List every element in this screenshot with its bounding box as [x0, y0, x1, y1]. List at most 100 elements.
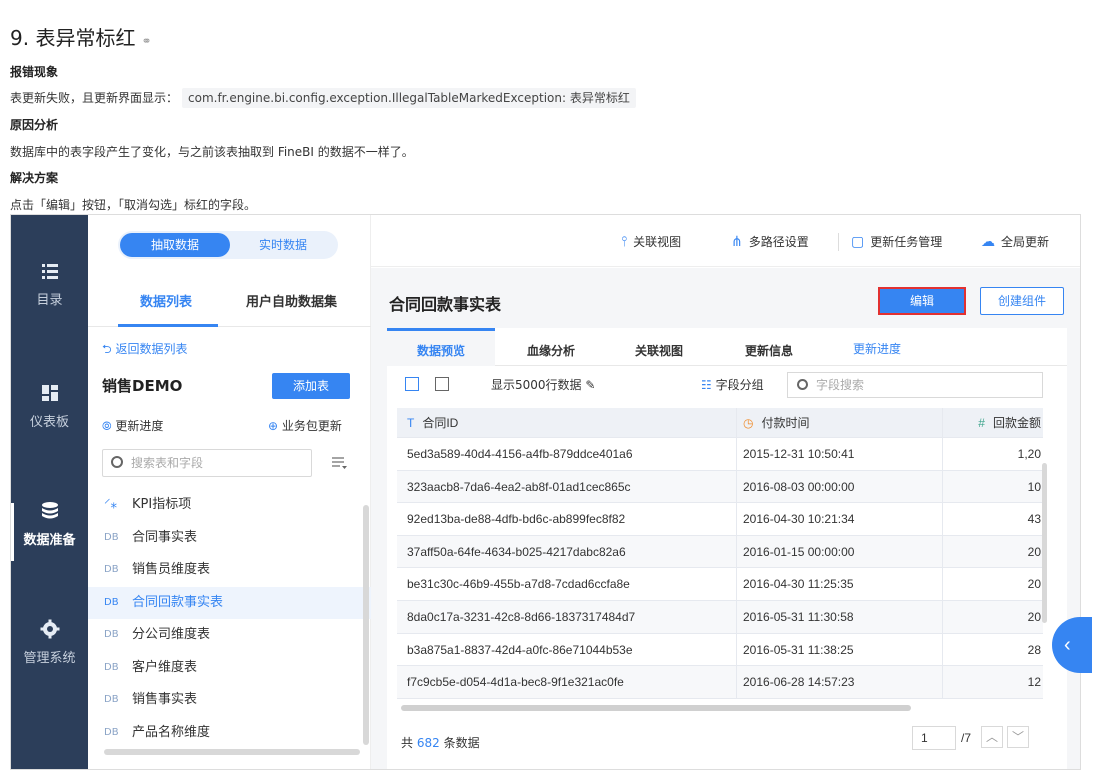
nav-item-dashboard[interactable]: 仪表板 — [11, 383, 88, 430]
page-total: /7 — [961, 731, 972, 745]
relation-view-button[interactable]: ⫯ 关联视图 — [621, 233, 681, 250]
database-icon — [41, 502, 58, 519]
field-search-input[interactable]: 字段搜索 — [787, 372, 1043, 398]
table-row: 8da0c17a-3231-42c8-8d66-1837317484d7 2016… — [397, 600, 1043, 634]
nav-label-catalog: 目录 — [36, 293, 63, 308]
detail-view-icon[interactable] — [435, 377, 449, 391]
app-window: 目录 仪表板 数据准备 管理系统 抽取数据 实时数据 数据列表 用户自助数据集 … — [10, 214, 1081, 770]
grid-header: T 合同ID ◷ 付款时间 # 回款金额 — [397, 408, 1043, 438]
data-mode-switch[interactable]: 抽取数据 实时数据 — [118, 231, 338, 259]
tab-self-service-dataset[interactable]: 用户自助数据集 — [246, 291, 337, 310]
table-row: be31c30c-46b9-455b-a7d8-7cdad6ccfa8e 2016… — [397, 568, 1043, 601]
toolbar-divider — [838, 233, 839, 251]
table-item[interactable]: DB 分公司维度表 — [88, 619, 371, 652]
progress-icon: ⦾ — [102, 419, 116, 433]
chevron-up-icon: ︿ — [985, 730, 998, 744]
table-item[interactable]: DB 客户维度表 — [88, 652, 371, 685]
package-name: 销售DEMO — [102, 377, 183, 395]
filter-icon[interactable] — [330, 455, 348, 471]
heading-text: 9. 表异常标红 — [10, 26, 136, 50]
update-task-button[interactable]: ▢ 更新任务管理 — [851, 233, 942, 250]
text-field-icon: T — [407, 416, 415, 430]
db-icon: DB — [104, 564, 119, 575]
nav-item-catalog[interactable]: 目录 — [11, 261, 88, 308]
table-search-input[interactable]: 搜索表和字段 — [102, 449, 312, 477]
db-icon: DB — [104, 694, 119, 705]
next-page-button[interactable]: ﹀ — [1007, 726, 1029, 748]
create-component-button[interactable]: 创建组件 — [980, 287, 1064, 315]
tab-lineage[interactable]: 血缘分析 — [527, 342, 575, 359]
back-arrow-icon: ⮌ — [102, 342, 116, 356]
edit-button[interactable]: 编辑 — [878, 287, 966, 315]
back-link[interactable]: ⮌ 返回数据列表 — [102, 340, 187, 361]
relation-icon: ⫯ — [621, 234, 628, 250]
field-group-button[interactable]: ☷ 字段分组 — [701, 376, 764, 393]
db-icon: DB — [104, 531, 119, 543]
nav-item-data-prep[interactable]: 数据准备 — [11, 501, 88, 548]
tab-update-progress[interactable]: 更新进度 — [853, 340, 901, 357]
number-field-icon: # — [978, 416, 985, 430]
table-row: f7c9cb5e-d054-4d1a-bec8-9f1e321ac0fe 2016… — [397, 666, 1043, 699]
db-icon: DB — [104, 661, 119, 673]
detail-tabs: 数据预览 血缘分析 关联视图 更新信息 更新进度 — [387, 328, 1067, 366]
section-title-cause: 原因分析 — [10, 118, 59, 132]
tab-data-list[interactable]: 数据列表 — [140, 291, 192, 310]
section-text-solution: 点击「编辑」按钮，「取消勾选」标红的字段。 — [10, 198, 257, 212]
show-rows-toggle[interactable]: 显示5000行数据 ✎ — [491, 376, 595, 393]
table-row: 323aacb8-7da6-4ea2-ab8f-01ad1cec865c 2016… — [397, 470, 1043, 504]
link-icon[interactable]: ⚭ — [141, 34, 151, 48]
page-input[interactable]: 1 — [912, 726, 956, 750]
table-item-kpi[interactable]: ⸍⁎ KPI指标项 — [88, 489, 371, 522]
hierarchy-icon: ⋔ — [731, 234, 743, 250]
db-icon: DB — [104, 629, 119, 640]
chevron-down-icon: ﹀ — [1011, 730, 1024, 744]
table-item[interactable]: DB 合同事实表 — [88, 522, 371, 555]
table-list-hscrollbar[interactable] — [104, 749, 360, 755]
grid-vscrollbar[interactable] — [1042, 463, 1047, 623]
edit-pencil-icon: ✎ — [581, 378, 596, 392]
column-header-pay-time[interactable]: ◷ 付款时间 — [737, 408, 943, 437]
table-title: 合同回款事实表 — [389, 295, 502, 314]
tab-update-info[interactable]: 更新信息 — [745, 342, 793, 359]
search-icon — [797, 379, 808, 390]
grid-view-icon[interactable] — [405, 377, 419, 391]
cloud-icon: ☁ — [981, 234, 995, 250]
multipath-button[interactable]: ⋔ 多路径设置 — [731, 233, 809, 250]
nav-item-admin[interactable]: 管理系统 — [11, 619, 88, 666]
table-item[interactable]: DB 销售事实表 — [88, 684, 371, 717]
upload-icon: ⊕ — [268, 419, 282, 433]
left-tabs: 数据列表 用户自助数据集 — [88, 287, 371, 327]
mode-realtime[interactable]: 实时数据 — [230, 233, 336, 257]
table-item[interactable]: DB 销售员维度表 — [88, 554, 371, 587]
update-progress-link[interactable]: ⦾ 更新进度 — [102, 417, 163, 434]
column-header-amount[interactable]: # 回款金额 — [943, 408, 1043, 437]
row-count: 共 682 条数据 — [401, 736, 480, 750]
data-list-panel: 抽取数据 实时数据 数据列表 用户自助数据集 ⮌ 返回数据列表 销售DEMO 添… — [88, 215, 371, 769]
column-header-contract-id[interactable]: T 合同ID — [397, 408, 737, 437]
package-update-link[interactable]: ⊕ 业务包更新 — [268, 417, 342, 434]
chevron-left-icon: ‹ — [1064, 634, 1071, 656]
group-icon: ☷ — [701, 378, 716, 392]
prev-page-button[interactable]: ︿ — [981, 726, 1003, 748]
table-item[interactable]: DB 产品名称维度 — [88, 717, 371, 750]
table-detail: 合同回款事实表 编辑 创建组件 数据预览 血缘分析 关联视图 更新信息 更新进度… — [371, 268, 1080, 769]
tab-relation-view[interactable]: 关联视图 — [635, 342, 683, 359]
task-icon: ▢ — [851, 234, 865, 250]
section-text-cause: 数据库中的表字段产生了变化，与之前该表抽取到 FineBI 的数据不一样了。 — [10, 145, 414, 159]
table-item-selected[interactable]: DB 合同回款事实表 — [88, 586, 371, 619]
global-update-button[interactable]: ☁ 全局更新 — [981, 233, 1049, 250]
tab-data-preview[interactable]: 数据预览 — [417, 342, 465, 359]
kpi-icon: ⸍⁎ — [104, 497, 117, 512]
table-list-scrollbar[interactable] — [363, 505, 369, 745]
clock-icon: ◷ — [743, 416, 754, 430]
top-toolbar: ⫯ 关联视图 ⋔ 多路径设置 ▢ 更新任务管理 ☁ 全局更新 — [371, 215, 1080, 267]
dashboard-icon — [41, 385, 58, 401]
table-row: 92ed13ba-de88-4dfb-bd6c-ab899fec8f82 2016… — [397, 503, 1043, 536]
table-list: ⸍⁎ KPI指标项 DB 合同事实表 DB 销售员维度表 DB 合同回款事实表 DB 分公… — [88, 489, 371, 749]
grid-hscrollbar[interactable] — [401, 705, 911, 711]
nav-label-admin: 管理系统 — [23, 651, 76, 666]
table-row: 5ed3a589-40d4-4156-a4fb-879ddce401a6 2015… — [397, 438, 1043, 471]
mode-extract[interactable]: 抽取数据 — [120, 233, 230, 257]
add-table-button[interactable]: 添加表 — [272, 373, 350, 399]
error-code: com.fr.engine.bi.config.exception.Illega… — [182, 88, 636, 108]
